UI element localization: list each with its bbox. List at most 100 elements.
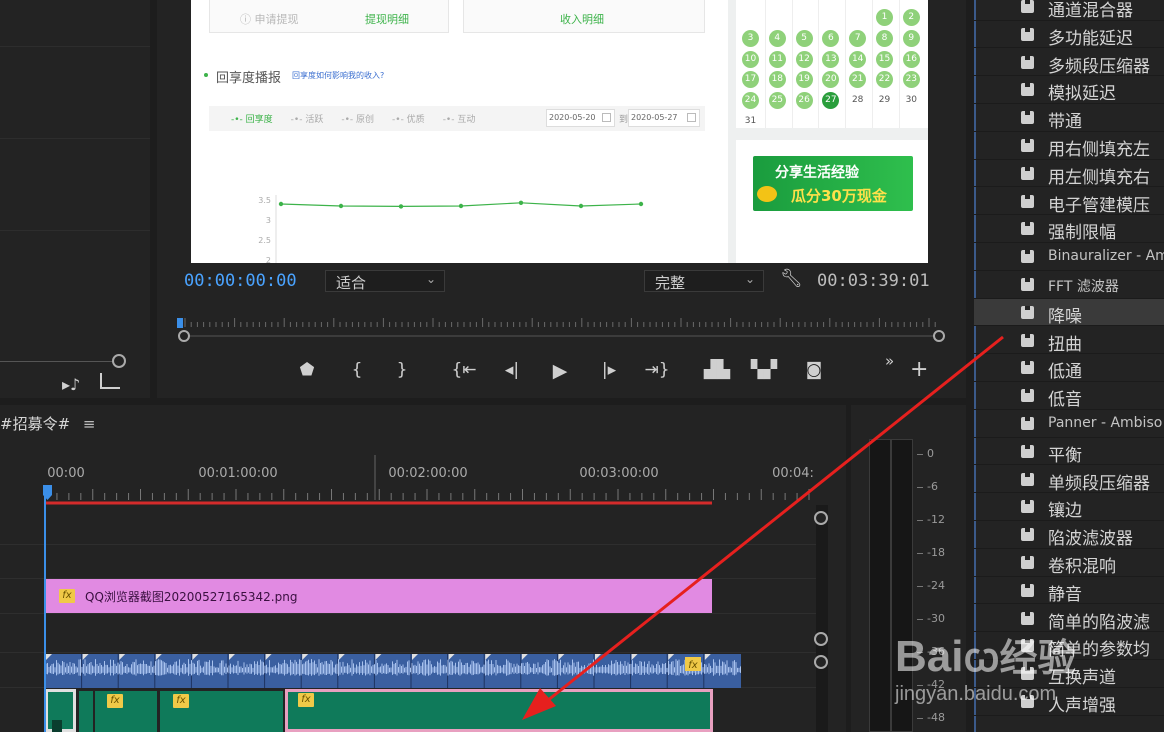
- calendar-day[interactable]: 9: [902, 29, 920, 47]
- fit-dropdown[interactable]: 适合 ⌄: [325, 270, 445, 292]
- effect-item[interactable]: 平衡: [974, 438, 1164, 466]
- promo-banner[interactable]: 分享生活经验 瓜分30万现金: [753, 156, 913, 211]
- effect-item[interactable]: 卷积混响: [974, 549, 1164, 577]
- camera-icon[interactable]: ◙: [806, 360, 823, 380]
- video-clip[interactable]: fx: [160, 691, 283, 732]
- calendar-day[interactable]: 23: [902, 71, 920, 89]
- vertical-scrollbar[interactable]: [816, 505, 828, 732]
- wrench-icon[interactable]: 🔧︎: [780, 268, 803, 289]
- calendar-day[interactable]: 28: [849, 92, 866, 109]
- extract-button[interactable]: ▚▞: [751, 360, 777, 380]
- calendar-day[interactable]: 31: [742, 113, 759, 130]
- calendar-day[interactable]: 27: [822, 92, 840, 110]
- automate-to-sequence-icon[interactable]: ▸♪: [62, 375, 80, 394]
- calendar-day[interactable]: 17: [742, 71, 759, 89]
- calendar-day[interactable]: 18: [768, 71, 786, 89]
- calendar-day[interactable]: 13: [822, 50, 840, 68]
- go-to-in-button[interactable]: {⇤: [451, 360, 476, 380]
- data-point[interactable]: [518, 200, 524, 205]
- withdraw-detail-link[interactable]: 提现明细: [365, 11, 409, 27]
- withdraw-apply-button[interactable]: ⓘ 申请提现: [240, 11, 299, 27]
- calendar-day[interactable]: 21: [849, 71, 867, 89]
- fx-badge[interactable]: fx: [173, 694, 189, 708]
- effect-item[interactable]: 低通: [974, 354, 1164, 382]
- effect-item[interactable]: 静音: [974, 577, 1164, 605]
- data-point[interactable]: [338, 203, 344, 209]
- calendar-day[interactable]: 6: [822, 29, 840, 47]
- effect-item[interactable]: 模拟延迟: [974, 76, 1164, 104]
- calendar-day[interactable]: 11: [768, 50, 786, 68]
- legend-item[interactable]: -•- 活跃: [291, 115, 324, 125]
- effect-item[interactable]: 陷波滤波器: [974, 521, 1164, 549]
- date-from-input[interactable]: 2020-05-20: [546, 109, 615, 127]
- video-clip[interactable]: fx: [95, 691, 157, 732]
- effect-item[interactable]: 用右侧填充左: [974, 132, 1164, 160]
- effect-item[interactable]: 带通: [974, 104, 1164, 132]
- calendar-day[interactable]: 12: [795, 50, 813, 68]
- zoom-handle-right[interactable]: [933, 330, 945, 342]
- current-timecode[interactable]: 00:00:00:00: [184, 271, 297, 291]
- effect-item[interactable]: FFT 滤波器: [974, 271, 1164, 299]
- image-clip[interactable]: fx QQ浏览器截图20200527165342.png: [45, 579, 712, 613]
- scroll-handle[interactable]: [814, 632, 828, 646]
- calendar-day[interactable]: 8: [876, 29, 893, 47]
- effect-item[interactable]: 用左侧填充右: [974, 160, 1164, 188]
- legend-item[interactable]: -•- 优质: [392, 115, 425, 125]
- effect-item[interactable]: Panner - Ambiso: [974, 410, 1164, 438]
- video-clip[interactable]: [79, 691, 93, 732]
- mark-in-button[interactable]: {: [352, 360, 363, 380]
- step-back-button[interactable]: ◂|: [505, 360, 519, 380]
- effect-item[interactable]: 通道混合器: [974, 0, 1164, 21]
- add-button-icon[interactable]: +: [910, 359, 928, 381]
- effect-item[interactable]: 多功能延迟: [974, 21, 1164, 49]
- fx-badge[interactable]: fx: [298, 693, 314, 707]
- legend-item[interactable]: -•- 原创: [341, 115, 374, 125]
- calendar-day[interactable]: 24: [742, 92, 759, 110]
- calendar-day[interactable]: 25: [768, 92, 786, 110]
- calendar-day[interactable]: 2: [902, 9, 920, 26]
- zoom-handle-left[interactable]: [178, 330, 190, 342]
- section-help-link[interactable]: 回享度如何影响我的收入?: [292, 70, 384, 81]
- audio-track[interactable]: fx: [45, 654, 741, 688]
- calendar-day[interactable]: 5: [795, 29, 813, 47]
- fx-badge[interactable]: fx: [107, 694, 123, 708]
- effect-item[interactable]: Binauralizer - Am: [974, 243, 1164, 271]
- fx-badge[interactable]: fx: [59, 589, 75, 603]
- legend-item[interactable]: -•- 互动: [443, 115, 476, 125]
- data-point[interactable]: [278, 201, 284, 207]
- effect-item[interactable]: 多频段压缩器: [974, 49, 1164, 77]
- data-point[interactable]: [458, 203, 464, 209]
- panel-menu-icon[interactable]: ≡: [83, 415, 96, 433]
- effect-item[interactable]: 电子管建模压: [974, 188, 1164, 216]
- calendar-day[interactable]: 19: [795, 71, 813, 89]
- effect-item[interactable]: 降噪: [974, 298, 1164, 327]
- lift-button[interactable]: ▟▙: [704, 360, 730, 380]
- mark-out-button[interactable]: }: [397, 360, 408, 380]
- data-point[interactable]: [578, 203, 584, 209]
- effect-item[interactable]: 强制限幅: [974, 215, 1164, 243]
- zoom-slider-handle[interactable]: [112, 354, 126, 368]
- calendar-day[interactable]: 20: [822, 71, 840, 89]
- new-item-icon[interactable]: [100, 373, 120, 389]
- play-button[interactable]: ▶: [553, 360, 568, 382]
- effect-item[interactable]: 镶边: [974, 493, 1164, 521]
- scroll-handle[interactable]: [814, 511, 828, 525]
- quality-dropdown[interactable]: 完整 ⌄: [644, 270, 764, 292]
- effect-item[interactable]: 低音: [974, 382, 1164, 410]
- monitor-time-ruler[interactable]: [177, 308, 947, 344]
- effect-item[interactable]: 扭曲: [974, 327, 1164, 355]
- sequence-tab[interactable]: #招募令# ≡: [0, 413, 96, 434]
- data-point[interactable]: [398, 204, 404, 209]
- video-clip[interactable]: [45, 689, 76, 732]
- calendar-day[interactable]: 15: [876, 50, 893, 68]
- calendar-day[interactable]: 16: [902, 50, 920, 68]
- calendar-day[interactable]: 7: [849, 29, 867, 47]
- add-marker-button[interactable]: ⬟: [300, 360, 315, 380]
- calendar-day[interactable]: 30: [903, 92, 920, 109]
- date-to-input[interactable]: 2020-05-27: [628, 109, 700, 127]
- calendar-day[interactable]: 1: [876, 9, 893, 26]
- effect-item[interactable]: 单频段压缩器: [974, 466, 1164, 494]
- monitor-playhead[interactable]: [177, 318, 183, 328]
- calendar-day[interactable]: 29: [876, 92, 893, 109]
- step-forward-button[interactable]: |▸: [602, 360, 616, 380]
